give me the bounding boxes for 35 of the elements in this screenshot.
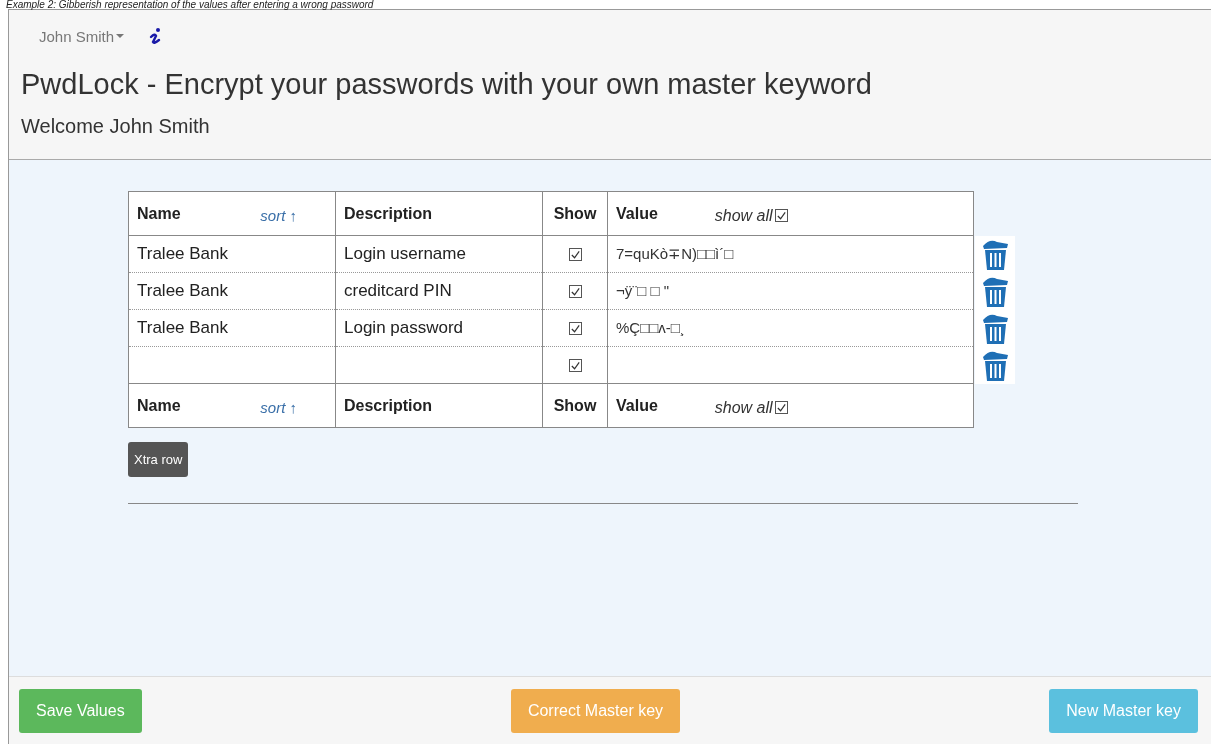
caret-icon (116, 34, 125, 38)
caption-text: Example 2: Gibberish representation of the values after entering a wrong password (5, 0, 375, 9)
table-cell: Tralee Bank (137, 281, 229, 300)
checkbox[interactable] (568, 285, 582, 298)
checkbox[interactable] (568, 359, 582, 372)
table-cell: creditcard PIN (344, 281, 452, 300)
footer-button[interactable]: Save Values (19, 688, 142, 733)
column-header: Description (344, 204, 432, 223)
show-all-label: show all (714, 206, 773, 225)
table-cell: Tralee Bank (137, 244, 229, 263)
table-cell: Login username (344, 244, 466, 263)
checkbox[interactable] (568, 248, 582, 261)
table-cell: Login password (344, 318, 464, 337)
column-header: Show (553, 396, 597, 415)
sort-link[interactable]: sort ↑ (260, 399, 297, 416)
column-header: Value (616, 396, 658, 415)
table-cell: ¬ÿ¨□ □ " (616, 282, 670, 299)
column-header: Name (137, 396, 181, 415)
welcome-text: Welcome John Smith (21, 115, 211, 138)
table-cell: 7=quKò∓N)□□ì´□ (616, 245, 734, 262)
checkbox[interactable] (568, 322, 582, 335)
show-all-label: show all (714, 398, 773, 417)
column-header: Value (616, 204, 658, 223)
column-header: Name (137, 204, 181, 223)
checkbox[interactable] (774, 401, 788, 414)
sort-link[interactable]: sort ↑ (260, 207, 297, 224)
page-title: PwdLock - Encrypt your passwords with your own master keyword (21, 68, 873, 101)
column-header: Show (553, 204, 597, 223)
extra-row-button[interactable]: Xtra row (128, 442, 189, 477)
user-menu[interactable]: John Smith (39, 27, 125, 45)
table-cell: Tralee Bank (137, 318, 229, 337)
table-cell: %Ç□□ᴧ-□¸ (616, 319, 685, 336)
column-header: Description (344, 396, 432, 415)
checkbox[interactable] (774, 209, 788, 222)
footer-button[interactable]: New Master key (1049, 688, 1198, 733)
